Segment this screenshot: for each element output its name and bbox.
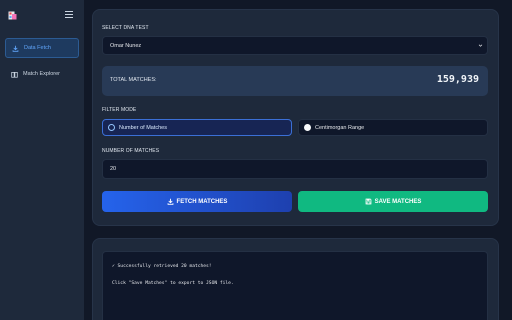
sidebar-item-label: Match Explorer [23, 71, 60, 77]
download-icon [11, 45, 19, 52]
log-line: Click "Save Matches" to export to JSON f… [112, 281, 234, 286]
sidebar-item-data-fetch[interactable]: Data Fetch [5, 38, 79, 58]
download-icon [167, 198, 174, 205]
save-icon [365, 198, 372, 205]
save-matches-label: SAVE MATCHES [374, 198, 422, 205]
filter-option-label: Number of Matches [119, 124, 167, 131]
dna-test-label: SELECT DNA TEST [102, 25, 149, 31]
log-line: ✓ Successfully retrieved 20 matches! [112, 264, 212, 269]
dna-test-select[interactable]: Omar Nunez [102, 36, 488, 55]
dna-app-logo-icon [8, 11, 17, 20]
filter-option-number-of-matches[interactable]: Number of Matches [102, 119, 292, 136]
output-log: ✓ Successfully retrieved 20 matches! Cli… [102, 251, 488, 320]
radio-unselected-icon [304, 124, 311, 131]
filter-option-label: Centimorgan Range [315, 124, 365, 131]
total-matches-panel: TOTAL MATCHES: 159,939 [102, 66, 488, 96]
filter-option-centimorgan-range[interactable]: Centimorgan Range [298, 119, 488, 136]
total-matches-label: TOTAL MATCHES: [110, 77, 157, 83]
fetch-matches-button[interactable]: FETCH MATCHES [102, 191, 292, 212]
total-matches-value: 159,939 [436, 74, 479, 85]
filter-mode-label: FILTER MODE [102, 107, 137, 113]
fetch-matches-label: FETCH MATCHES [176, 198, 228, 205]
dna-test-value: Omar Nunez [110, 42, 142, 49]
chevron-down-icon [478, 44, 483, 47]
radio-selected-icon [108, 124, 115, 131]
book-icon [10, 71, 18, 78]
hamburger-menu-icon[interactable] [65, 11, 73, 18]
sidebar-item-label: Data Fetch [24, 45, 51, 51]
sidebar-item-match-explorer[interactable]: Match Explorer [5, 64, 79, 84]
sidebar: Data Fetch Match Explorer [0, 0, 84, 320]
number-of-matches-value: 20 [110, 166, 117, 172]
sidebar-header [0, 0, 84, 30]
number-of-matches-label: NUMBER OF MATCHES [102, 148, 160, 154]
save-matches-button[interactable]: SAVE MATCHES [298, 191, 488, 212]
number-of-matches-input[interactable]: 20 [102, 159, 488, 179]
